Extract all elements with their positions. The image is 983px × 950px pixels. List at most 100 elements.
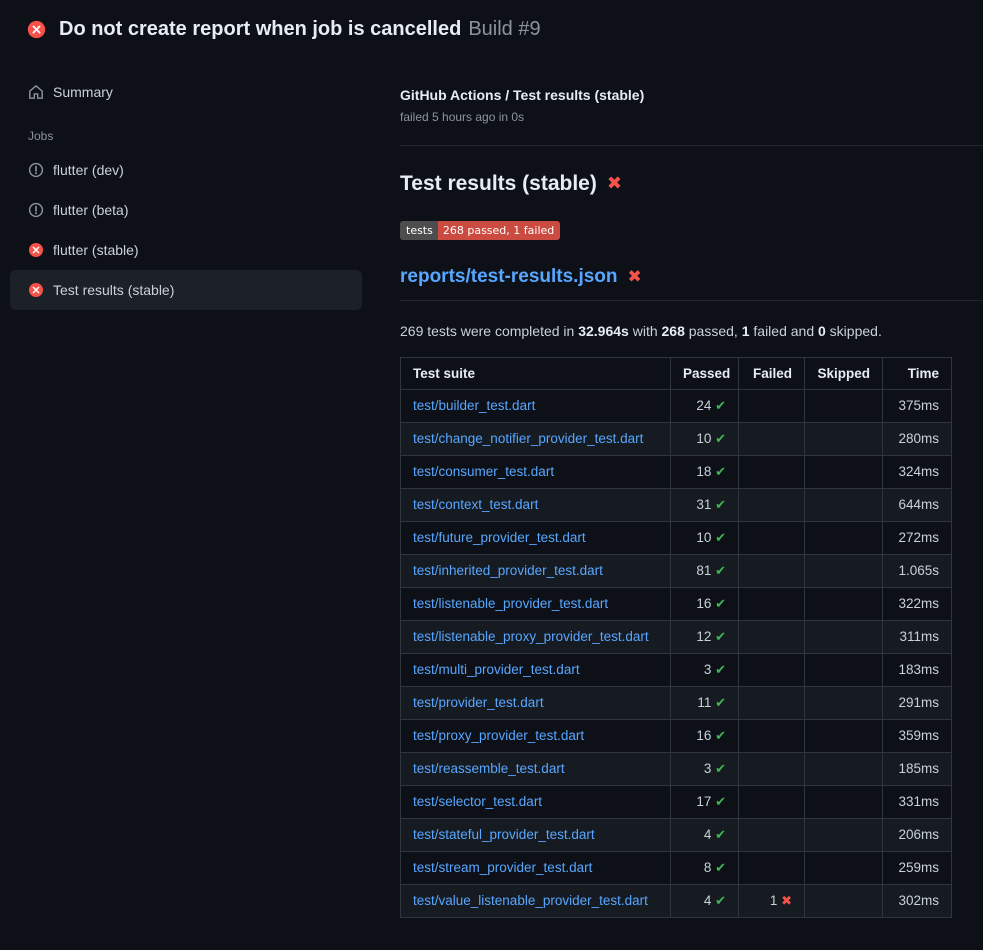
check-icon: ✔ [715,729,726,744]
check-icon: ✔ [715,894,726,909]
column-header-passed: Passed [671,357,739,389]
failed-cell [739,752,805,785]
x-circle-fill-icon [27,20,46,39]
test-suite-cell: test/builder_test.dart [401,389,671,422]
skipped-cell [805,554,883,587]
test-suite-link[interactable]: test/provider_test.dart [413,695,544,710]
summary-text: 269 tests were completed in [400,323,578,339]
cancelled-circle-icon [28,162,44,178]
test-results-table: Test suite Passed Failed Skipped Time te… [400,357,952,918]
test-suite-link[interactable]: test/proxy_provider_test.dart [413,728,584,743]
test-suite-link[interactable]: test/change_notifier_provider_test.dart [413,431,643,446]
cancelled-circle-icon [28,202,44,218]
test-suite-link[interactable]: test/future_provider_test.dart [413,530,586,545]
failed-x-icon: ✖ [607,174,622,195]
sidebar-job-item[interactable]: Test results (stable) [10,270,362,310]
report-title: reports/test-results.json ✖ [400,266,983,301]
check-icon: ✔ [715,828,726,843]
summary-text: failed and [750,323,819,339]
test-suite-cell: test/listenable_provider_test.dart [401,587,671,620]
passed-cell: 24 ✔ [671,389,739,422]
test-suite-cell: test/listenable_proxy_provider_test.dart [401,620,671,653]
test-suite-link[interactable]: test/listenable_proxy_provider_test.dart [413,629,649,644]
divider [400,145,983,146]
skipped-cell [805,488,883,521]
passed-cell: 12 ✔ [671,620,739,653]
report-link[interactable]: reports/test-results.json [400,266,618,289]
skipped-cell [805,818,883,851]
column-header-test-suite: Test suite [401,357,671,389]
skipped-cell [805,389,883,422]
test-suite-link[interactable]: test/stream_provider_test.dart [413,860,592,875]
test-suite-link[interactable]: test/consumer_test.dart [413,464,554,479]
test-suite-cell: test/stream_provider_test.dart [401,851,671,884]
table-row: test/reassemble_test.dart 3 ✔ 185ms [401,752,952,785]
badge-label: tests [400,221,438,240]
check-icon: ✔ [715,498,726,513]
time-cell: 302ms [883,884,952,917]
section-title: Test results (stable) ✖ [400,172,983,196]
test-suite-cell: test/future_provider_test.dart [401,521,671,554]
test-suite-link[interactable]: test/builder_test.dart [413,398,535,413]
sidebar-job-item[interactable]: flutter (beta) [10,190,362,230]
tests-summary: 269 tests were completed in 32.964s with… [400,323,983,339]
sidebar-job-label: flutter (dev) [53,162,124,178]
test-suite-link[interactable]: test/context_test.dart [413,497,538,512]
test-suite-cell: test/consumer_test.dart [401,455,671,488]
passed-cell: 17 ✔ [671,785,739,818]
failed-cell [739,455,805,488]
test-suite-link[interactable]: test/stateful_provider_test.dart [413,827,595,842]
failed-cell [739,422,805,455]
table-row: test/provider_test.dart 11 ✔ 291ms [401,686,952,719]
check-icon: ✔ [715,597,726,612]
sidebar-item-summary[interactable]: Summary [10,72,362,112]
test-suite-cell: test/selector_test.dart [401,785,671,818]
table-row: test/selector_test.dart 17 ✔ 331ms [401,785,952,818]
time-cell: 1.065s [883,554,952,587]
test-suite-cell: test/inherited_provider_test.dart [401,554,671,587]
table-row: test/inherited_provider_test.dart 81 ✔ 1… [401,554,952,587]
skipped-cell [805,521,883,554]
check-icon: ✔ [715,696,726,711]
test-suite-link[interactable]: test/multi_provider_test.dart [413,662,580,677]
check-icon: ✔ [715,564,726,579]
test-suite-link[interactable]: test/listenable_provider_test.dart [413,596,608,611]
table-body: test/builder_test.dart 24 ✔ 375ms test/c… [401,389,952,917]
passed-cell: 16 ✔ [671,719,739,752]
summary-number: 0 [818,323,826,339]
passed-cell: 18 ✔ [671,455,739,488]
test-suite-link[interactable]: test/value_listenable_provider_test.dart [413,893,648,908]
jobs-list: flutter (dev) flutter (beta) flutter (st… [10,150,362,310]
column-header-time: Time [883,357,952,389]
skipped-cell [805,587,883,620]
check-icon: ✔ [715,432,726,447]
time-cell: 359ms [883,719,952,752]
summary-number: 268 [662,323,685,339]
sidebar-job-item[interactable]: flutter (stable) [10,230,362,270]
test-suite-link[interactable]: test/selector_test.dart [413,794,542,809]
table-row: test/proxy_provider_test.dart 16 ✔ 359ms [401,719,952,752]
skipped-cell [805,686,883,719]
passed-cell: 16 ✔ [671,587,739,620]
test-suite-link[interactable]: test/reassemble_test.dart [413,761,565,776]
run-title-wrap: Do not create report when job is cancell… [59,17,541,41]
skipped-cell [805,653,883,686]
time-cell: 291ms [883,686,952,719]
summary-label: Summary [53,84,113,100]
failed-cell [739,521,805,554]
check-icon: ✔ [715,663,726,678]
failed-cell [739,785,805,818]
x-circle-fill-icon [28,282,44,298]
sidebar-job-label: flutter (stable) [53,242,139,258]
time-cell: 183ms [883,653,952,686]
test-suite-cell: test/multi_provider_test.dart [401,653,671,686]
passed-cell: 81 ✔ [671,554,739,587]
skipped-cell [805,785,883,818]
sidebar-job-item[interactable]: flutter (dev) [10,150,362,190]
time-cell: 185ms [883,752,952,785]
passed-cell: 3 ✔ [671,653,739,686]
failed-cell [739,851,805,884]
test-suite-link[interactable]: test/inherited_provider_test.dart [413,563,603,578]
table-row: test/builder_test.dart 24 ✔ 375ms [401,389,952,422]
skipped-cell [805,719,883,752]
